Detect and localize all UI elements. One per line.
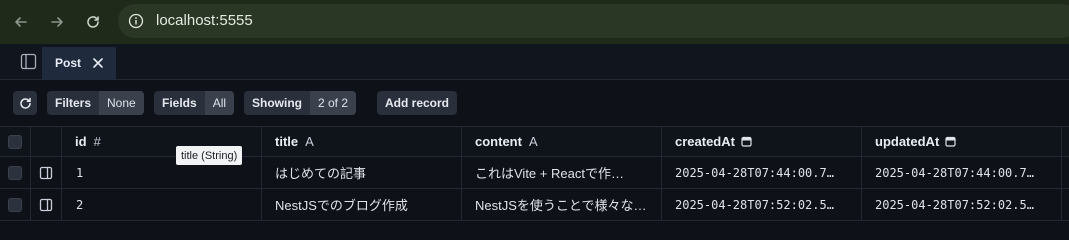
string-type-icon: A bbox=[528, 134, 538, 149]
column-name: title bbox=[275, 134, 299, 149]
back-button[interactable] bbox=[7, 8, 35, 36]
row-expand-cell bbox=[31, 157, 62, 188]
row-checkbox[interactable] bbox=[8, 197, 22, 212]
column-header-content[interactable]: content A bbox=[462, 127, 662, 156]
column-tooltip: title (String) bbox=[176, 146, 243, 165]
cell-createdat[interactable]: 2025-04-28T07:52:02.5… bbox=[662, 189, 862, 220]
filters-button[interactable]: Filters None bbox=[47, 91, 144, 115]
select-all-checkbox[interactable] bbox=[8, 134, 22, 149]
row-checkbox[interactable] bbox=[8, 165, 22, 180]
row-expand-cell bbox=[31, 189, 62, 220]
arrow-right-icon bbox=[51, 17, 63, 27]
cell-title[interactable]: はじめての記事 bbox=[262, 157, 462, 188]
close-icon[interactable] bbox=[92, 57, 104, 69]
column-header-createdat[interactable]: createdAt bbox=[662, 127, 862, 156]
number-type-icon: # bbox=[93, 134, 101, 149]
filters-value: None bbox=[99, 91, 144, 115]
tab-bar: Post bbox=[0, 44, 1069, 80]
calendar-icon bbox=[945, 136, 956, 147]
column-name: createdAt bbox=[675, 134, 735, 149]
address-bar[interactable]: localhost:5555 bbox=[118, 4, 1069, 38]
cell-content[interactable]: NestJSを使うことで様々な… bbox=[462, 189, 662, 220]
fields-label: Fields bbox=[162, 96, 197, 110]
forward-button[interactable] bbox=[43, 8, 71, 36]
expand-row-icon[interactable] bbox=[39, 198, 53, 212]
row-select-cell bbox=[0, 157, 31, 188]
select-all-cell bbox=[0, 127, 31, 156]
cell-id[interactable]: 2 bbox=[62, 189, 262, 220]
browser-toolbar: localhost:5555 bbox=[0, 0, 1069, 44]
fields-value: All bbox=[204, 91, 235, 115]
add-record-button[interactable]: Add record bbox=[377, 91, 458, 115]
table-header-row: id # title A content A createdAt updated… bbox=[0, 126, 1069, 157]
reload-button[interactable] bbox=[79, 8, 107, 36]
arrow-left-icon bbox=[15, 17, 27, 27]
tab-label: Post bbox=[55, 56, 82, 70]
showing-label: Showing bbox=[252, 96, 302, 110]
expand-row-icon[interactable] bbox=[39, 166, 53, 180]
cell-updatedat[interactable]: 2025-04-28T07:44:00.7… bbox=[862, 157, 1062, 188]
tab-post[interactable]: Post bbox=[42, 47, 116, 80]
add-record-label: Add record bbox=[385, 96, 450, 110]
cell-content[interactable]: これはVite + Reactで作… bbox=[462, 157, 662, 188]
column-name: id bbox=[75, 134, 87, 149]
column-name: content bbox=[475, 134, 522, 149]
row-select-cell bbox=[0, 189, 31, 220]
cell-title[interactable]: NestJSでのブログ作成 bbox=[262, 189, 462, 220]
refresh-icon bbox=[19, 97, 31, 109]
refresh-button[interactable] bbox=[13, 91, 37, 115]
showing-value: 2 of 2 bbox=[310, 91, 357, 115]
sidebar-toggle-icon[interactable] bbox=[20, 53, 37, 70]
cell-updatedat[interactable]: 2025-04-28T07:52:02.5… bbox=[862, 189, 1062, 220]
fields-button[interactable]: Fields All bbox=[154, 91, 235, 115]
table-row[interactable]: 1 はじめての記事 これはVite + Reactで作… 2025-04-28T… bbox=[0, 157, 1069, 189]
cell-createdat[interactable]: 2025-04-28T07:44:00.7… bbox=[662, 157, 862, 188]
expand-header-cell bbox=[31, 127, 62, 156]
string-type-icon: A bbox=[305, 134, 314, 149]
column-header-updatedat[interactable]: updatedAt bbox=[862, 127, 1062, 156]
info-icon[interactable] bbox=[128, 13, 144, 29]
showing-button[interactable]: Showing 2 of 2 bbox=[244, 91, 357, 115]
filters-label: Filters bbox=[55, 96, 92, 110]
column-header-title[interactable]: title A bbox=[262, 127, 462, 156]
reload-icon bbox=[87, 16, 99, 28]
table-row[interactable]: 2 NestJSでのブログ作成 NestJSを使うことで様々な… 2025-04… bbox=[0, 189, 1069, 221]
calendar-icon bbox=[741, 136, 752, 147]
column-name: updatedAt bbox=[875, 134, 940, 149]
url-text[interactable]: localhost:5555 bbox=[156, 12, 253, 29]
table-toolbar: Filters None Fields All Showing 2 of 2 A… bbox=[0, 80, 1069, 126]
